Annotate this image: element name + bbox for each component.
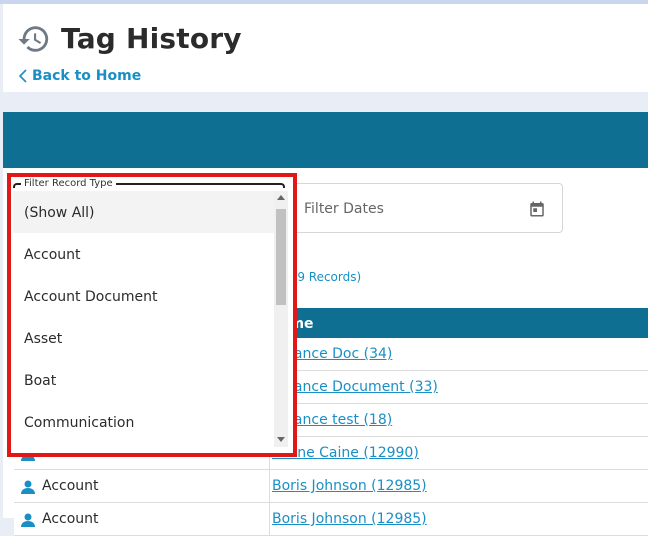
record-type-listbox[interactable]: (Show All) Account Account Document Asse… xyxy=(13,191,274,447)
back-link-label: Back to Home xyxy=(32,68,142,84)
scrollbar-thumb[interactable] xyxy=(276,209,286,305)
option-account[interactable]: Account xyxy=(13,233,274,275)
date-filter-input[interactable]: Filter Dates xyxy=(270,183,563,233)
person-icon xyxy=(21,480,35,494)
record-name-link[interactable]: Boris Johnson (12985) xyxy=(272,511,427,527)
history-icon xyxy=(18,26,49,52)
page-title: Tag History xyxy=(61,22,242,55)
option-asset[interactable]: Asset xyxy=(13,317,274,359)
column-divider xyxy=(269,470,270,502)
date-filter-placeholder: Filter Dates xyxy=(304,201,384,217)
table-row: Account Boris Johnson (12985) xyxy=(14,470,648,503)
option-account-document[interactable]: Account Document xyxy=(13,275,274,317)
back-to-home-link[interactable]: Back to Home xyxy=(18,68,141,84)
filter-record-type-label: Filter Record Type xyxy=(21,178,116,189)
page-header: Tag History Back to Home xyxy=(3,4,648,92)
listbox-scrollbar[interactable] xyxy=(274,191,288,447)
person-icon xyxy=(21,513,35,527)
table-row: Account Boris Johnson (12985) xyxy=(14,503,648,536)
scroll-down-arrow-icon[interactable] xyxy=(277,437,285,442)
option-show-all[interactable]: (Show All) xyxy=(13,191,274,233)
toolbar-band xyxy=(3,112,648,168)
column-divider xyxy=(269,503,270,535)
chevron-left-icon xyxy=(18,69,27,83)
calendar-icon[interactable] xyxy=(528,200,546,218)
record-type: Account xyxy=(42,511,99,527)
scroll-up-arrow-icon[interactable] xyxy=(277,195,285,200)
option-boat[interactable]: Boat xyxy=(13,359,274,401)
record-name-link[interactable]: Boris Johnson (12985) xyxy=(272,478,427,494)
option-communication[interactable]: Communication xyxy=(13,401,274,443)
record-type: Account xyxy=(42,478,99,494)
